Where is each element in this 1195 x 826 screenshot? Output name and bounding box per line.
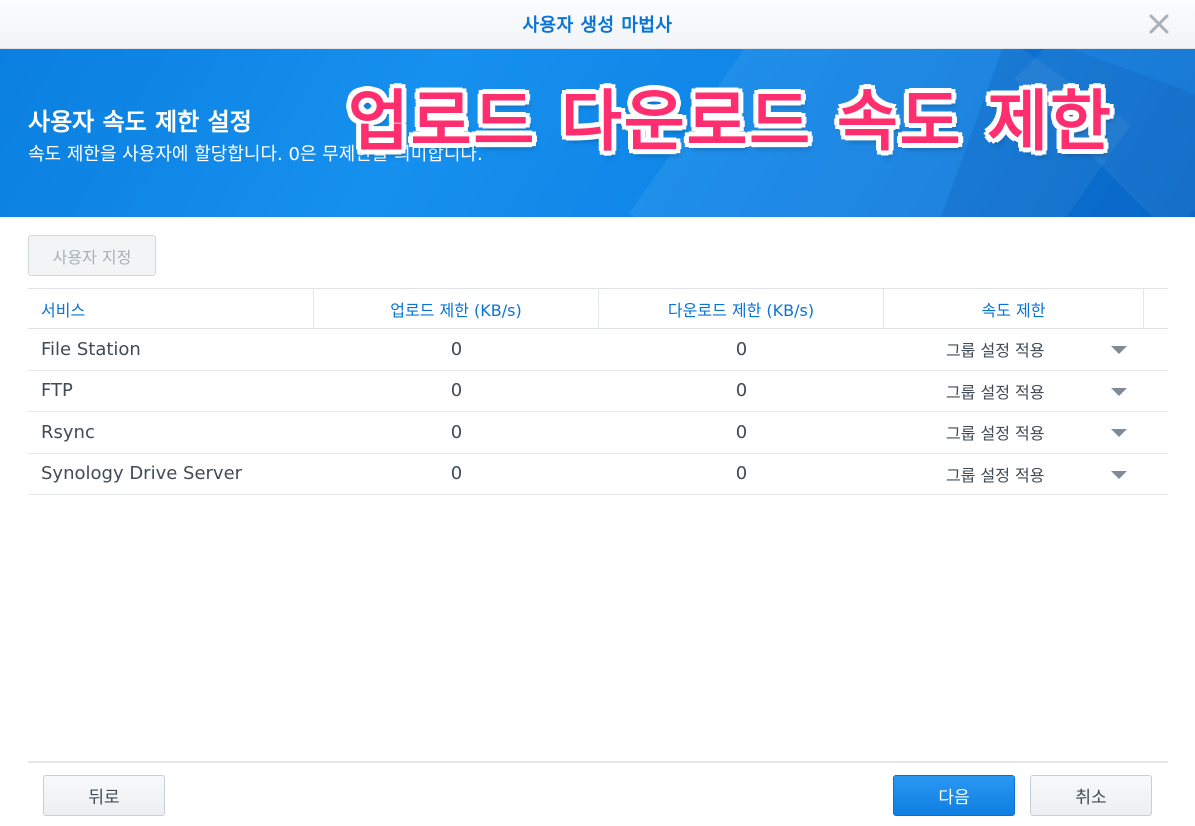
- download-limit-cell[interactable]: 0: [599, 371, 884, 412]
- close-icon: [1149, 14, 1169, 34]
- speed-limit-select[interactable]: 그룹 설정 적용: [884, 371, 1144, 412]
- speed-limit-value: 그룹 설정 적용: [946, 424, 1045, 444]
- speed-limit-value: 그룹 설정 적용: [946, 382, 1045, 402]
- upload-limit-cell[interactable]: 0: [314, 454, 599, 495]
- column-header-service[interactable]: 서비스: [28, 289, 314, 328]
- column-header-download-limit[interactable]: 다운로드 제한 (KB/s): [599, 289, 884, 328]
- table-row[interactable]: Rsync 0 0 그룹 설정 적용: [28, 412, 1168, 454]
- back-button[interactable]: 뒤로: [43, 775, 165, 816]
- cancel-button[interactable]: 취소: [1030, 775, 1152, 816]
- chevron-down-icon[interactable]: [1111, 470, 1127, 479]
- table-row[interactable]: File Station 0 0 그룹 설정 적용: [28, 329, 1168, 371]
- chevron-down-icon[interactable]: [1111, 346, 1127, 355]
- service-name: Rsync: [41, 421, 95, 443]
- table-row[interactable]: Synology Drive Server 0 0 그룹 설정 적용: [28, 454, 1168, 495]
- wizard-banner: 사용자 속도 제한 설정 속도 제한을 사용자에 할당합니다. 0은 무제한을 …: [0, 49, 1195, 217]
- table-header: 서비스 업로드 제한 (KB/s) 다운로드 제한 (KB/s) 속도 제한: [28, 288, 1168, 329]
- next-button[interactable]: 다음: [893, 775, 1015, 816]
- upload-limit-cell[interactable]: 0: [314, 329, 599, 370]
- column-header-upload-limit[interactable]: 업로드 제한 (KB/s): [314, 289, 599, 328]
- service-name: FTP: [41, 380, 73, 402]
- chevron-down-icon[interactable]: [1111, 387, 1127, 396]
- speed-limit-select[interactable]: 그룹 설정 적용: [884, 329, 1144, 370]
- column-header-speed-limit[interactable]: 속도 제한: [884, 289, 1144, 328]
- custom-settings-button[interactable]: 사용자 지정: [28, 235, 156, 276]
- speed-limit-table: 서비스 업로드 제한 (KB/s) 다운로드 제한 (KB/s) 속도 제한 F…: [28, 288, 1168, 495]
- service-name: Synology Drive Server: [41, 463, 243, 485]
- download-limit-cell[interactable]: 0: [599, 454, 884, 495]
- table-row[interactable]: FTP 0 0 그룹 설정 적용: [28, 371, 1168, 412]
- upload-limit-cell[interactable]: 0: [314, 412, 599, 453]
- speed-limit-value: 그룹 설정 적용: [946, 465, 1045, 485]
- upload-limit-cell[interactable]: 0: [314, 371, 599, 412]
- window-title: 사용자 생성 마법사: [522, 15, 673, 36]
- download-limit-cell[interactable]: 0: [599, 412, 884, 453]
- speed-limit-select[interactable]: 그룹 설정 적용: [884, 454, 1144, 495]
- column-header-spacer: [1144, 289, 1168, 328]
- title-bar: 사용자 생성 마법사: [0, 0, 1195, 49]
- banner-heading: 사용자 속도 제한 설정: [28, 108, 252, 136]
- close-button[interactable]: [1145, 10, 1173, 38]
- service-name: File Station: [41, 338, 141, 360]
- overlay-caption: 업로드 다운로드 속도 제한: [348, 83, 1113, 160]
- download-limit-cell[interactable]: 0: [599, 329, 884, 370]
- user-creation-wizard-dialog: 사용자 생성 마법사 사용자 속도 제한 설정 속도 제한을 사용자에 할당합니…: [0, 0, 1195, 826]
- footer-divider: [28, 761, 1168, 763]
- speed-limit-value: 그룹 설정 적용: [946, 341, 1045, 361]
- speed-limit-select[interactable]: 그룹 설정 적용: [884, 412, 1144, 453]
- chevron-down-icon[interactable]: [1111, 429, 1127, 438]
